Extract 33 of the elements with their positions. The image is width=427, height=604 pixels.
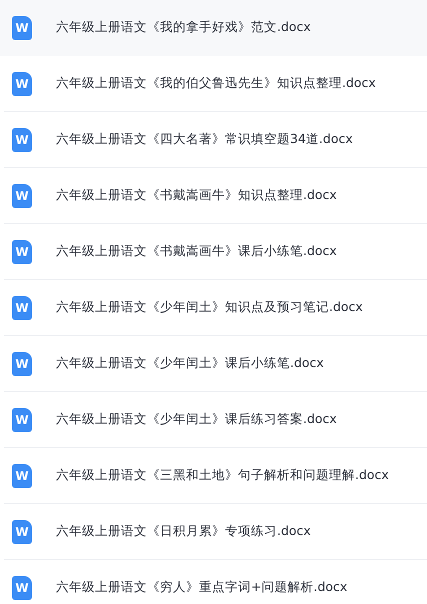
word-document-icon: W bbox=[12, 72, 32, 96]
word-document-icon: W bbox=[12, 352, 32, 376]
word-document-icon: W bbox=[12, 408, 32, 432]
word-document-icon: W bbox=[12, 240, 32, 264]
file-name: 六年级上册语文《我的伯父鲁迅先生》知识点整理.docx bbox=[56, 75, 376, 92]
file-name: 六年级上册语文《日积月累》专项练习.docx bbox=[56, 523, 311, 540]
word-document-icon: W bbox=[12, 184, 32, 208]
file-name: 六年级上册语文《四大名著》常识填空题34道.docx bbox=[56, 131, 353, 148]
file-row[interactable]: W 六年级上册语文《书戴嵩画牛》课后小练笔.docx bbox=[4, 224, 427, 280]
file-name: 六年级上册语文《穷人》重点字词+问题解析.docx bbox=[56, 579, 348, 596]
file-row[interactable]: W 六年级上册语文《我的拿手好戏》范文.docx bbox=[0, 0, 427, 56]
word-document-icon: W bbox=[12, 464, 32, 488]
file-row[interactable]: W 六年级上册语文《少年闰土》课后练习答案.docx bbox=[4, 392, 427, 448]
file-name: 六年级上册语文《书戴嵩画牛》课后小练笔.docx bbox=[56, 243, 337, 260]
word-document-icon: W bbox=[12, 576, 32, 600]
word-document-icon: W bbox=[12, 16, 32, 40]
file-row[interactable]: W 六年级上册语文《书戴嵩画牛》知识点整理.docx bbox=[4, 168, 427, 224]
file-row[interactable]: W 六年级上册语文《少年闰土》知识点及预习笔记.docx bbox=[4, 280, 427, 336]
file-row[interactable]: W 六年级上册语文《四大名著》常识填空题34道.docx bbox=[4, 112, 427, 168]
word-document-icon: W bbox=[12, 128, 32, 152]
word-document-icon: W bbox=[12, 520, 32, 544]
file-name: 六年级上册语文《少年闰土》知识点及预习笔记.docx bbox=[56, 299, 363, 316]
file-name: 六年级上册语文《我的拿手好戏》范文.docx bbox=[56, 19, 311, 36]
file-row[interactable]: W 六年级上册语文《穷人》重点字词+问题解析.docx bbox=[4, 560, 427, 604]
file-name: 六年级上册语文《少年闰土》课后小练笔.docx bbox=[56, 355, 324, 372]
word-document-icon: W bbox=[12, 296, 32, 320]
file-name: 六年级上册语文《少年闰土》课后练习答案.docx bbox=[56, 411, 337, 428]
file-row[interactable]: W 六年级上册语文《我的伯父鲁迅先生》知识点整理.docx bbox=[4, 56, 427, 112]
file-row[interactable]: W 六年级上册语文《日积月累》专项练习.docx bbox=[4, 504, 427, 560]
file-name: 六年级上册语文《三黑和土地》句子解析和问题理解.docx bbox=[56, 467, 389, 484]
file-name: 六年级上册语文《书戴嵩画牛》知识点整理.docx bbox=[56, 187, 337, 204]
file-row[interactable]: W 六年级上册语文《少年闰土》课后小练笔.docx bbox=[4, 336, 427, 392]
file-row[interactable]: W 六年级上册语文《三黑和土地》句子解析和问题理解.docx bbox=[4, 448, 427, 504]
